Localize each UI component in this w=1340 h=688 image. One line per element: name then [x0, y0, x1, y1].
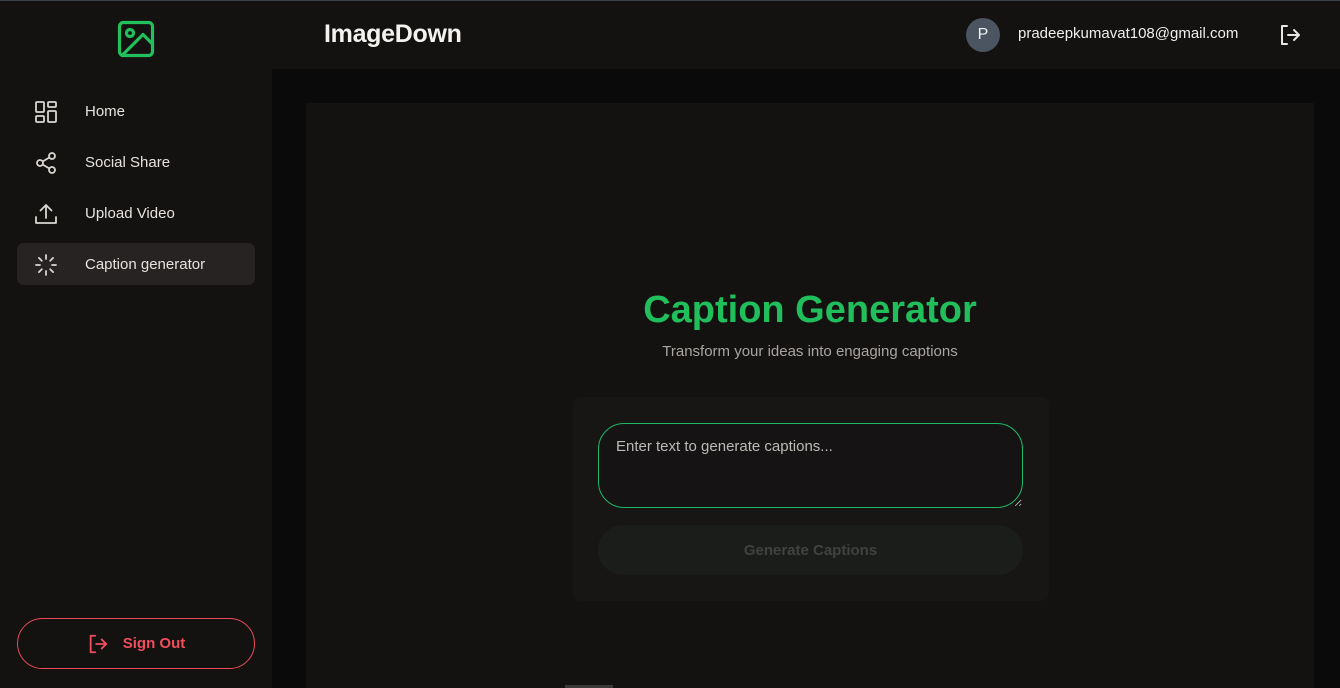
- logout-icon[interactable]: [1278, 23, 1302, 47]
- sidebar-item-label: Upload Video: [85, 205, 175, 222]
- page-title: Caption Generator: [643, 289, 977, 331]
- sidebar-item-label: Caption generator: [85, 256, 206, 273]
- sidebar-item-home[interactable]: Home: [17, 90, 255, 132]
- logout-icon: [89, 634, 107, 653]
- share-icon: [36, 152, 56, 174]
- sign-out-label: Sign Out: [122, 635, 186, 652]
- loader-icon: [35, 254, 57, 276]
- grid-icon: [35, 101, 57, 123]
- page-subtitle: Transform your ideas into engaging capti…: [662, 343, 958, 360]
- sidebar-item-upload-video[interactable]: Upload Video: [17, 192, 255, 234]
- generate-captions-button[interactable]: Generate Captions: [598, 525, 1023, 575]
- top-header: ImageDown P pradeepkumavat108@gmail.com: [272, 1, 1340, 69]
- sidebar-item-label: Social Share: [85, 154, 171, 171]
- app-title: ImageDown: [324, 20, 462, 48]
- sidebar: Home Social Share Upload Video Caption g…: [0, 1, 272, 688]
- sign-out-button[interactable]: Sign Out: [17, 618, 255, 669]
- image-logo-icon[interactable]: [117, 20, 155, 58]
- app-root: Home Social Share Upload Video Caption g…: [0, 0, 1340, 688]
- user-email: pradeepkumavat108@gmail.com: [1018, 25, 1239, 42]
- caption-generator-panel: Caption Generator Transform your ideas i…: [306, 103, 1314, 688]
- avatar[interactable]: P: [966, 18, 1000, 52]
- sidebar-item-label: Home: [85, 103, 126, 120]
- sidebar-nav: Home Social Share Upload Video Caption g…: [17, 90, 255, 294]
- sidebar-item-social-share[interactable]: Social Share: [17, 141, 255, 183]
- sidebar-item-caption-generator[interactable]: Caption generator: [17, 243, 255, 285]
- caption-input-card: Generate Captions: [573, 397, 1049, 601]
- upload-icon: [35, 204, 57, 224]
- caption-text-input[interactable]: [598, 423, 1023, 508]
